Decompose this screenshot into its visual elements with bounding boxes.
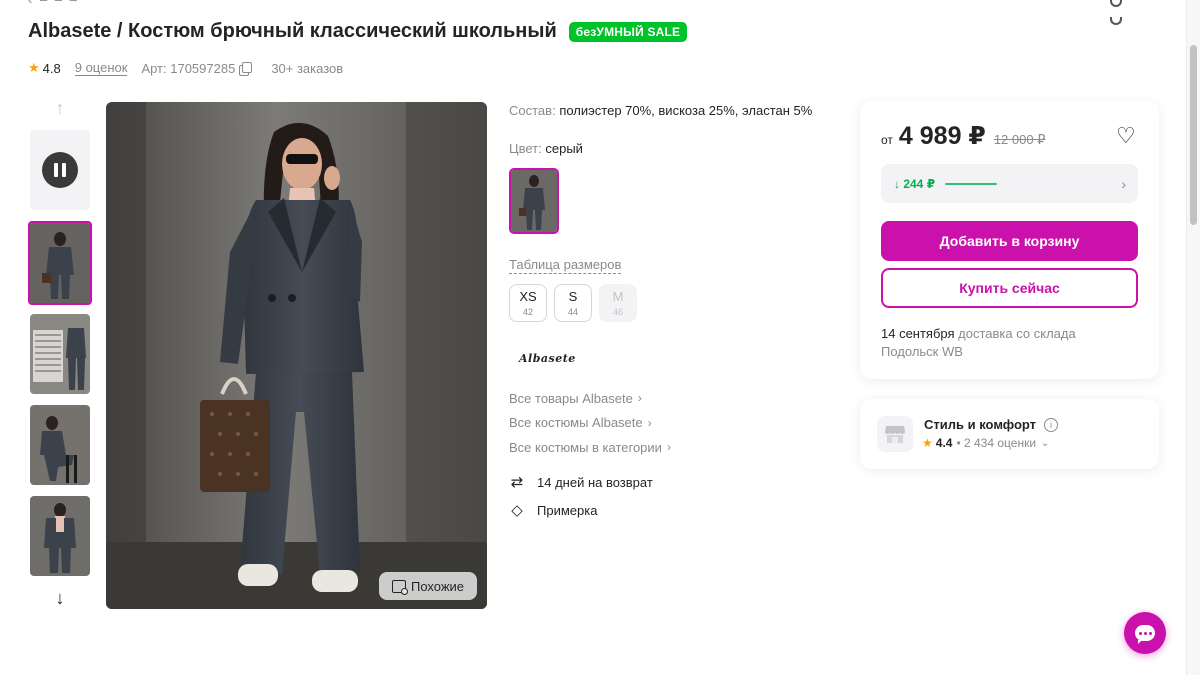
size-chart-thumb: [30, 314, 90, 394]
link-label: Все товары Albasete: [509, 390, 633, 406]
current-price: 4 989 ₽: [898, 122, 986, 150]
size-number: 46: [612, 306, 623, 317]
brand-links: Все товары Albasete › Все костюмы Albase…: [509, 386, 671, 460]
size-number: 42: [522, 306, 533, 317]
delivery-date: 14 сентября: [881, 326, 955, 341]
price-card: от 4 989 ₽ 12 000 ₽ ♡ ↓ 244 ₽ › Добавить…: [860, 101, 1159, 379]
product-title: Albasete / Костюм брючный классический ш…: [28, 20, 557, 42]
color-swatch-image: [511, 170, 557, 232]
link-label: Все костюмы в категории: [509, 439, 662, 455]
fitting-label: Примерка: [537, 502, 598, 518]
size-option-s[interactable]: S 44: [554, 284, 592, 322]
color-info: Цвет: серый: [509, 141, 583, 156]
old-price: 12 000 ₽: [993, 132, 1046, 147]
scrollbar-thumb[interactable]: [1190, 45, 1197, 225]
size-table-link[interactable]: Таблица размеров: [509, 257, 622, 274]
chevron-right-icon: ›: [647, 415, 652, 430]
size-option-xs[interactable]: XS 42: [509, 284, 547, 322]
delivery-info: 14 сентября доставка со склада Подольск …: [881, 325, 1111, 361]
seller-name-label: Стиль и комфорт: [924, 417, 1037, 432]
info-icon[interactable]: i: [1044, 417, 1059, 432]
main-product-photo[interactable]: [106, 102, 487, 609]
standing-photo-thumb: [30, 496, 90, 576]
size-name: S: [568, 288, 578, 304]
size-name: M: [612, 288, 624, 304]
chat-button[interactable]: [1124, 612, 1166, 654]
seller-reviews-count: • 2 434 оценки: [956, 436, 1037, 450]
wallet-discount-row[interactable]: ↓ 244 ₽ ›: [881, 164, 1138, 203]
brand-logo[interactable]: Albasete: [519, 352, 576, 365]
seller-name[interactable]: Стиль и комфорт i: [924, 417, 1059, 432]
add-to-cart-button[interactable]: Добавить в корзину: [881, 221, 1138, 261]
size-name: XS: [519, 288, 537, 304]
suit-photo-thumb: [30, 223, 90, 303]
wallet-progress-line: [945, 182, 998, 185]
composition-label: Состав:: [509, 103, 556, 118]
price-from-label: от: [881, 133, 893, 147]
color-option-grey[interactable]: [509, 168, 559, 234]
article-number: Арт: 170597285: [141, 60, 236, 76]
reviews-link[interactable]: 9 оценок: [74, 60, 128, 76]
shop-icon: [877, 416, 913, 452]
size-option-m: M 46: [599, 284, 637, 322]
seller-rating[interactable]: ★ 4.4 • 2 434 оценки ⌄: [922, 436, 1049, 450]
all-brand-suits-link[interactable]: Все костюмы Albasete ›: [509, 411, 671, 436]
arrow-up-icon[interactable]: ↑: [50, 98, 70, 118]
chevron-right-icon: ›: [666, 440, 671, 455]
store-icon: [885, 426, 905, 443]
video-thumbnail[interactable]: [30, 130, 90, 210]
page-scrollbar[interactable]: [1186, 0, 1200, 675]
tag-icon: ◇: [511, 502, 523, 519]
color-label: Цвет:: [509, 141, 542, 156]
chevron-right-icon: ›: [637, 391, 642, 406]
wallet-discount: ↓ 244 ₽: [894, 176, 936, 191]
favorite-heart-icon[interactable]: ♡: [1116, 125, 1136, 147]
copy-icon[interactable]: [239, 62, 253, 76]
return-policy: ⇄ 14 дней на возврат: [509, 473, 653, 491]
pause-icon[interactable]: [42, 152, 78, 188]
seller-card[interactable]: Стиль и комфорт i ★ 4.4 • 2 434 оценки ⌄: [860, 399, 1159, 469]
size-selector: XS 42 S 44 M 46: [509, 284, 637, 322]
chat-bubble-icon: [1135, 625, 1155, 644]
thumbnail-4[interactable]: [30, 496, 90, 576]
price-row: от 4 989 ₽ 12 000 ₽: [881, 121, 1045, 151]
all-category-suits-link[interactable]: Все костюмы в категории ›: [509, 435, 671, 460]
breadcrumb-remnant: ‹ ‒ ‒ ‒: [28, 0, 79, 7]
chevron-down-icon: ⌄: [1041, 437, 1050, 449]
return-arrows-icon: ⇄: [510, 474, 524, 491]
model-in-suit-image: [106, 102, 487, 609]
color-value: серый: [545, 141, 583, 156]
fitting-option: ◇ Примерка: [509, 501, 597, 519]
similar-button[interactable]: Похожие: [379, 572, 477, 600]
chevron-right-icon: ›: [1121, 175, 1126, 192]
thumbnail-3[interactable]: [30, 405, 90, 485]
orders-count: 30+ заказов: [271, 60, 344, 76]
star-icon: ★: [922, 436, 933, 450]
star-icon: ★: [28, 60, 40, 75]
title-row: Albasete / Костюм брючный классический ш…: [28, 20, 688, 43]
header-icons-remnant: [1110, 0, 1154, 25]
buy-now-button[interactable]: Купить сейчас: [881, 268, 1138, 308]
all-brand-products-link[interactable]: Все товары Albasete ›: [509, 386, 671, 411]
sitting-photo-thumb: [30, 405, 90, 485]
thumbnail-2[interactable]: [30, 314, 90, 394]
seller-rating-value: 4.4: [935, 436, 953, 450]
composition-value: полиэстер 70%, вискоза 25%, эластан 5%: [559, 103, 813, 118]
link-label: Все костюмы Albasete: [509, 415, 643, 431]
size-number: 44: [567, 306, 578, 317]
return-policy-label: 14 дней на возврат: [537, 474, 653, 490]
thumbnail-1[interactable]: [28, 221, 92, 305]
composition: Состав: полиэстер 70%, вискоза 25%, элас…: [509, 103, 812, 118]
similar-button-label: Похожие: [410, 578, 465, 594]
product-meta: ★ 4.8 9 оценок Арт: 170597285 30+ заказо…: [28, 60, 343, 76]
product-rating: 4.8: [42, 60, 61, 76]
sale-badge[interactable]: безУМНЫЙ SALE: [568, 21, 688, 42]
arrow-down-icon[interactable]: ↓: [50, 588, 70, 612]
similar-search-icon: [391, 579, 408, 595]
